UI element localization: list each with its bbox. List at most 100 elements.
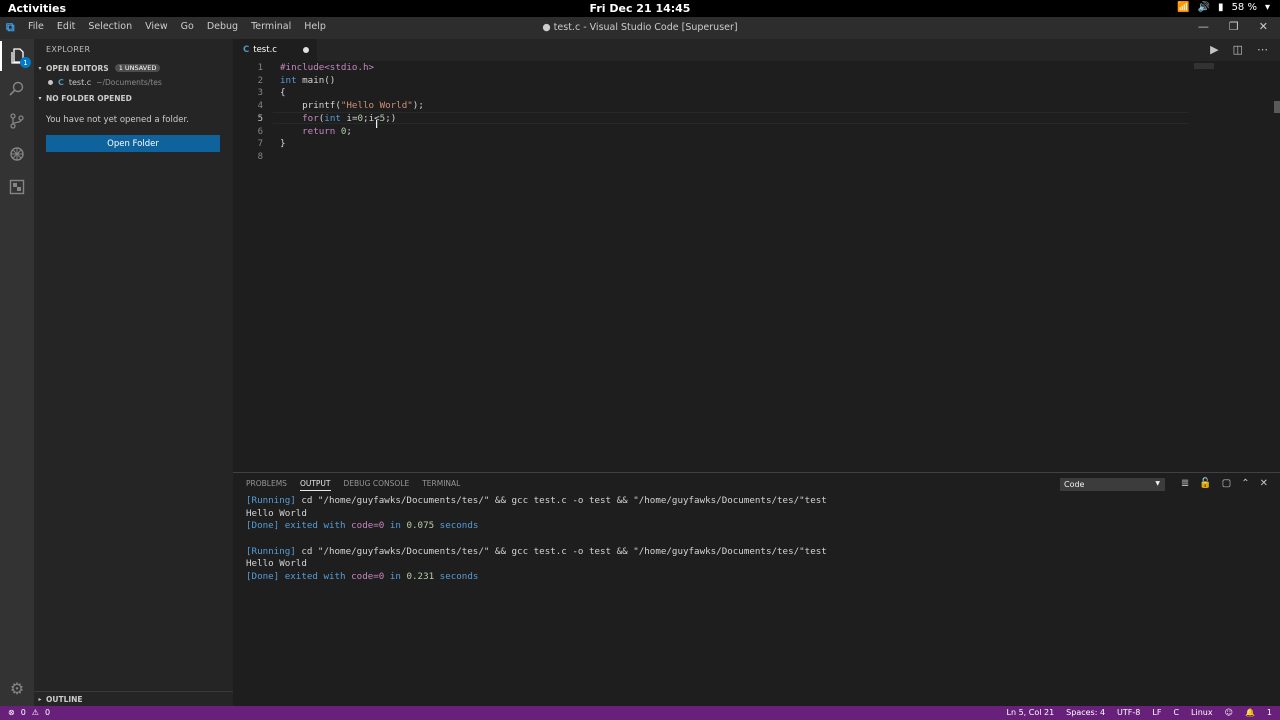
code-text: } xyxy=(280,138,286,151)
c-file-icon: C xyxy=(243,45,250,55)
close-icon[interactable]: ✕ xyxy=(1259,20,1268,33)
output-line: [Done] exited with code=0 in 0.075 secon… xyxy=(246,520,827,533)
output-channel-select[interactable]: Code ▼ xyxy=(1060,478,1165,491)
battery-percent: 58 % xyxy=(1231,2,1257,13)
line-number: 8 xyxy=(257,151,263,162)
notifications-bell-icon[interactable]: 🔔 xyxy=(1245,708,1255,717)
line-number: 6 xyxy=(257,126,263,137)
code-editor[interactable]: 1 #include<stdio.h> 2 int main() 3 {4 printf(… xyxy=(233,61,1280,471)
line-number: 7 xyxy=(257,139,263,150)
no-folder-section[interactable]: ▾ NO FOLDER OPENED xyxy=(34,91,233,105)
error-icon: ⊗ xyxy=(8,708,15,717)
panel-tab-terminal[interactable]: TERMINAL xyxy=(422,479,460,491)
output-token: code=0 xyxy=(351,520,385,532)
minimap[interactable] xyxy=(1194,63,1214,69)
open-file-name: test.c xyxy=(68,78,92,87)
line-number: 1 xyxy=(257,63,263,73)
code-token: int xyxy=(324,112,341,124)
line-number: 4 xyxy=(257,101,263,112)
cursor-position[interactable]: Ln 5, Col 21 xyxy=(1007,708,1055,717)
output-token: exited with xyxy=(279,520,352,532)
tab-test-c[interactable]: C test.c xyxy=(233,39,317,61)
chevron-down-icon: ▼ xyxy=(1155,480,1160,487)
output-token: Hello World xyxy=(246,558,307,570)
output-token: exited with xyxy=(279,571,352,583)
c-file-icon: C xyxy=(58,78,64,87)
restore-icon[interactable]: ❐ xyxy=(1229,20,1239,33)
lock-scroll-icon[interactable]: 🔓 xyxy=(1199,478,1211,489)
output-line: Hello World xyxy=(246,558,827,571)
code-token: int xyxy=(280,74,297,86)
window-controls: — ❐ ✕ xyxy=(1198,20,1268,33)
panel-tab-problems[interactable]: PROBLEMS xyxy=(246,479,287,491)
system-tray[interactable]: 📶 🔊 ▮ 58 % ▾ xyxy=(1177,2,1270,13)
open-folder-button[interactable]: Open Folder xyxy=(46,135,220,152)
panel-tab-output[interactable]: OUTPUT xyxy=(299,479,331,491)
output-token: cd "/home/guyfawks/Documents/tes/" && gc… xyxy=(295,495,827,506)
wifi-icon: 📶 xyxy=(1177,2,1190,13)
chevron-down-icon: ▾ xyxy=(38,94,42,102)
code-token: { xyxy=(280,87,286,99)
editor-scrollbar[interactable] xyxy=(1274,101,1280,113)
code-token: "Hello World" xyxy=(340,100,413,112)
code-token: for xyxy=(280,112,319,124)
extensions-icon[interactable] xyxy=(0,172,34,202)
current-line-highlight xyxy=(273,112,1189,124)
clear-output-icon[interactable]: ≣ xyxy=(1181,478,1189,489)
code-text: for(int i=0;i<5;) xyxy=(280,113,396,126)
battery-icon: ▮ xyxy=(1218,2,1224,13)
status-right: Ln 5, Col 21 Spaces: 4 UTF-8 LF C Linux … xyxy=(1007,708,1273,717)
explorer-icon[interactable]: 1 xyxy=(0,41,34,71)
code-text: printf("Hello World"); xyxy=(280,100,424,113)
output-line: [Done] exited with code=0 in 0.231 secon… xyxy=(246,571,827,584)
output-token: [Running] xyxy=(246,545,296,557)
unsaved-dot-icon[interactable] xyxy=(303,47,309,53)
problems-status[interactable]: ⊗ 0 ⚠ 0 xyxy=(8,708,50,717)
debug-icon[interactable] xyxy=(0,139,34,169)
settings-gear-icon[interactable]: ⚙ xyxy=(0,673,34,703)
window-titlebar: ⧉ File Edit Selection View Go Debug Terminal He… xyxy=(0,17,1280,39)
output-token: cd "/home/guyfawks/Documents/tes/" && gc… xyxy=(295,545,827,557)
more-actions-icon[interactable]: ⋯ xyxy=(1257,43,1268,56)
output-line: [Running] cd "/home/guyfawks/Documents/t… xyxy=(246,546,827,559)
code-token: printf( xyxy=(280,100,341,112)
explorer-sidebar: EXPLORER ▾ OPEN EDITORS 1 UNSAVED C test… xyxy=(34,39,233,706)
output-token: in xyxy=(384,520,407,532)
search-icon[interactable] xyxy=(0,74,34,104)
output-token: seconds xyxy=(434,520,479,532)
close-panel-icon[interactable]: ✕ xyxy=(1260,478,1268,489)
status-bar: ⊗ 0 ⚠ 0 Ln 5, Col 21 Spaces: 4 UTF-8 LF … xyxy=(0,706,1280,720)
output-token: Hello World xyxy=(246,507,307,519)
split-editor-icon[interactable]: ◫ xyxy=(1233,43,1243,56)
source-control-icon[interactable] xyxy=(0,106,34,136)
open-file-path: ~/Documents/tes xyxy=(96,78,162,87)
language-mode[interactable]: C xyxy=(1173,708,1179,717)
run-icon[interactable]: ▶ xyxy=(1210,43,1218,56)
sidebar-header: EXPLORER xyxy=(46,45,91,54)
clock[interactable]: Fri Dec 21 14:45 xyxy=(0,2,1280,15)
line-number: 3 xyxy=(257,88,263,99)
code-text: int main() xyxy=(280,75,335,88)
code-text: { xyxy=(280,87,286,100)
panel-tab-debug-console[interactable]: DEBUG CONSOLE xyxy=(344,479,410,491)
outline-label: OUTLINE xyxy=(46,694,83,704)
system-top-bar: Activities Fri Dec 21 14:45 📶 🔊 ▮ 58 % ▾ xyxy=(0,0,1280,17)
open-log-icon[interactable]: ▢ xyxy=(1222,478,1231,489)
indentation[interactable]: Spaces: 4 xyxy=(1066,708,1105,717)
open-editor-item[interactable]: C test.c ~/Documents/tes xyxy=(48,78,162,87)
feedback-icon[interactable]: ☺ xyxy=(1225,708,1233,717)
line-number: 2 xyxy=(257,75,263,86)
minimize-icon[interactable]: — xyxy=(1198,20,1209,33)
end-of-line[interactable]: LF xyxy=(1152,708,1161,717)
maximize-panel-icon[interactable]: ⌃ xyxy=(1241,478,1249,489)
open-editors-section[interactable]: ▾ OPEN EDITORS 1 UNSAVED xyxy=(34,61,233,75)
platform[interactable]: Linux xyxy=(1191,708,1213,717)
chevron-down-icon: ▾ xyxy=(38,64,42,72)
chevron-down-icon: ▾ xyxy=(1264,2,1270,13)
output-log[interactable]: [Running] cd "/home/guyfawks/Documents/t… xyxy=(246,495,827,584)
tab-label: test.c xyxy=(253,45,277,55)
encoding[interactable]: UTF-8 xyxy=(1117,708,1140,717)
outline-section[interactable]: ▸ OUTLINE xyxy=(34,691,233,706)
volume-icon: 🔊 xyxy=(1197,2,1211,13)
